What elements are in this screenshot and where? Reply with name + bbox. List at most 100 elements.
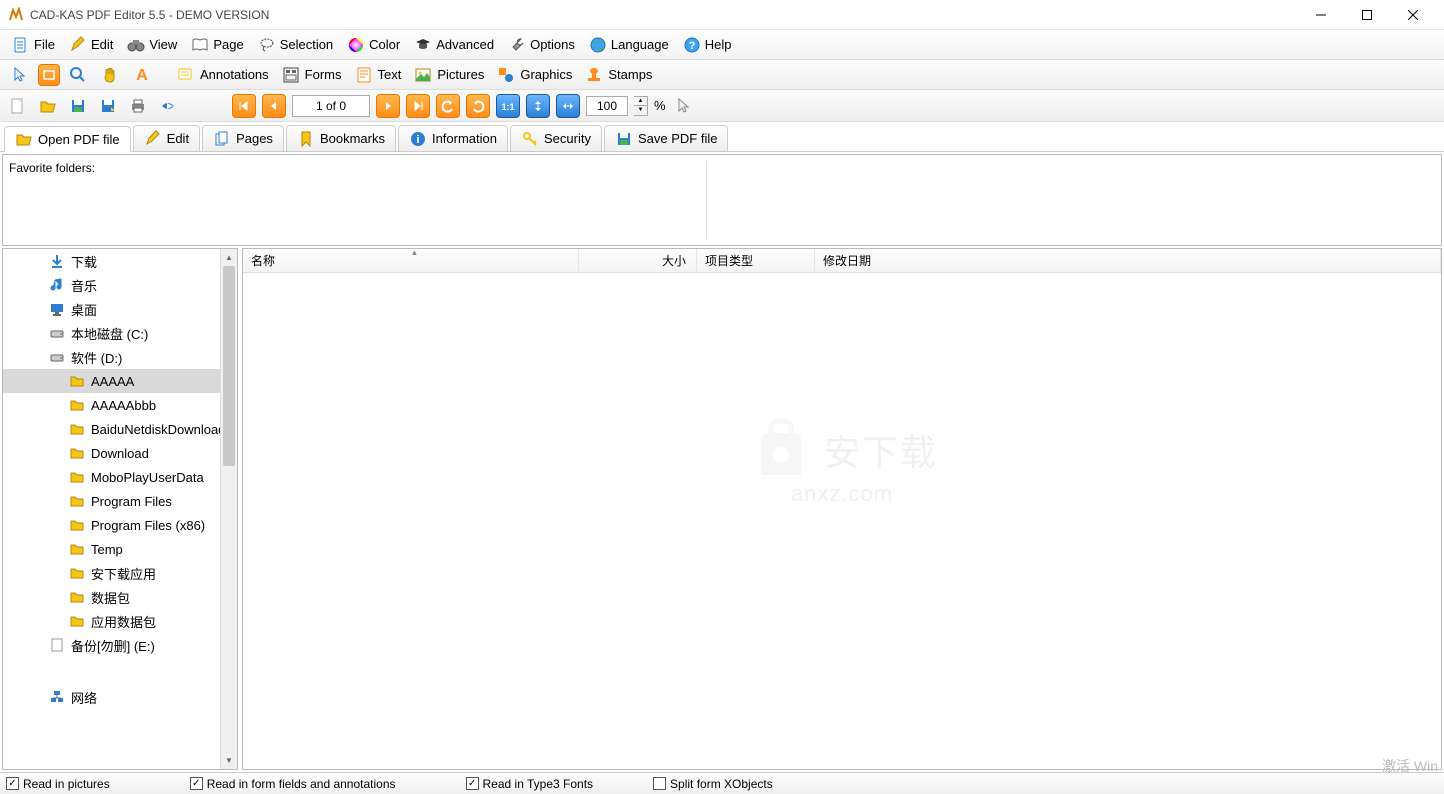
fit-height-button[interactable] xyxy=(526,94,550,118)
tab-bookmarks[interactable]: Bookmarks xyxy=(286,125,396,151)
pointer-tool[interactable] xyxy=(6,63,34,87)
watermark: 安下载 anxz.com xyxy=(746,415,938,507)
tree-item[interactable]: Temp xyxy=(3,537,237,561)
undo-button[interactable] xyxy=(436,94,460,118)
text-tool[interactable]: A xyxy=(128,63,156,87)
menu-color[interactable]: Color xyxy=(341,33,406,57)
folder-icon xyxy=(69,589,85,605)
column-size[interactable]: 大小 xyxy=(579,249,697,272)
actual-size-button[interactable]: 1:1 xyxy=(496,94,520,118)
tree-item[interactable]: AAAAA xyxy=(3,369,237,393)
column-type[interactable]: 项目类型 xyxy=(697,249,815,272)
menu-page[interactable]: Page xyxy=(185,33,249,57)
spinner-up-icon[interactable]: ▲ xyxy=(634,97,647,107)
zoom-tool[interactable] xyxy=(64,63,92,87)
tab-pages[interactable]: Pages xyxy=(202,125,284,151)
zoom-spinner[interactable]: ▲▼ xyxy=(634,96,648,116)
checkbox-icon[interactable] xyxy=(6,777,19,790)
tree-item[interactable]: 软件 (D:) xyxy=(3,345,237,369)
forms-tool[interactable]: Forms xyxy=(277,63,346,87)
minimize-button[interactable] xyxy=(1298,0,1344,30)
column-date[interactable]: 修改日期 xyxy=(815,249,1441,272)
spinner-down-icon[interactable]: ▼ xyxy=(634,106,647,115)
column-name[interactable]: ▲名称 xyxy=(243,249,579,272)
fit-width-button[interactable] xyxy=(556,94,580,118)
tree-item[interactable]: 本地磁盘 (C:) xyxy=(3,321,237,345)
status-read-forms[interactable]: Read in form fields and annotations xyxy=(190,777,396,791)
redo-button[interactable] xyxy=(466,94,490,118)
file-browser: 下载音乐桌面本地磁盘 (C:)软件 (D:)AAAAAAAAAAbbbBaidu… xyxy=(2,248,1442,770)
menu-advanced[interactable]: Advanced xyxy=(408,33,500,57)
tree-item[interactable]: Program Files xyxy=(3,489,237,513)
color-wheel-icon xyxy=(347,36,365,54)
favorites-label: Favorite folders: xyxy=(9,161,95,175)
zoom-input[interactable] xyxy=(586,96,628,116)
last-page-button[interactable] xyxy=(406,94,430,118)
status-split-xobjects[interactable]: Split form XObjects xyxy=(653,777,773,791)
tab-edit[interactable]: Edit xyxy=(133,125,200,151)
tree-item[interactable]: 桌面 xyxy=(3,297,237,321)
menu-help[interactable]: ?Help xyxy=(677,33,738,57)
tree-network[interactable]: 网络 xyxy=(3,685,237,709)
save-button[interactable] xyxy=(66,94,90,118)
scroll-up-icon[interactable]: ▲ xyxy=(221,249,237,266)
tree-item[interactable]: BaiduNetdiskDownload xyxy=(3,417,237,441)
menu-options[interactable]: Options xyxy=(502,33,581,57)
save-as-button[interactable] xyxy=(96,94,120,118)
checkbox-icon[interactable] xyxy=(653,777,666,790)
next-page-button[interactable] xyxy=(376,94,400,118)
tab-save-pdf[interactable]: Save PDF file xyxy=(604,125,728,151)
help-icon: ? xyxy=(683,36,701,54)
tree-item[interactable]: 数据包 xyxy=(3,585,237,609)
graphics-tool[interactable]: Graphics xyxy=(492,63,576,87)
prev-page-button[interactable] xyxy=(262,94,286,118)
text-section-tool[interactable]: Text xyxy=(350,63,406,87)
tree-item[interactable]: 下载 xyxy=(3,249,237,273)
key-icon xyxy=(521,130,539,148)
menu-file[interactable]: File xyxy=(6,33,61,57)
scroll-thumb[interactable] xyxy=(223,266,235,466)
nav-toolbar: 1:1 ▲▼ % xyxy=(0,90,1444,122)
desktop-icon xyxy=(49,301,65,317)
checkbox-icon[interactable] xyxy=(466,777,479,790)
menu-language[interactable]: Language xyxy=(583,33,675,57)
checkbox-icon[interactable] xyxy=(190,777,203,790)
scroll-down-icon[interactable]: ▼ xyxy=(221,752,237,769)
menu-edit[interactable]: Edit xyxy=(63,33,119,57)
menu-view[interactable]: View xyxy=(121,33,183,57)
tree-scrollbar[interactable]: ▲ ▼ xyxy=(220,249,237,769)
new-file-button[interactable] xyxy=(6,94,30,118)
pictures-tool[interactable]: Pictures xyxy=(409,63,488,87)
print-button[interactable] xyxy=(126,94,150,118)
close-button[interactable] xyxy=(1390,0,1436,30)
lasso-icon xyxy=(258,36,276,54)
menu-selection[interactable]: Selection xyxy=(252,33,339,57)
hand-tool[interactable] xyxy=(96,63,124,87)
tree-item[interactable]: 备份[勿删] (E:) xyxy=(3,633,237,657)
binoculars-icon xyxy=(127,36,145,54)
stamps-tool[interactable]: Stamps xyxy=(580,63,656,87)
page-number-input[interactable] xyxy=(292,95,370,117)
maximize-button[interactable] xyxy=(1344,0,1390,30)
tab-information[interactable]: iInformation xyxy=(398,125,508,151)
tree-item[interactable]: 音乐 xyxy=(3,273,237,297)
tab-security[interactable]: Security xyxy=(510,125,602,151)
tree-item[interactable]: AAAAAbbb xyxy=(3,393,237,417)
status-read-pictures[interactable]: Read in pictures xyxy=(6,777,110,791)
open-file-button[interactable] xyxy=(36,94,60,118)
tree-item[interactable]: Program Files (x86) xyxy=(3,513,237,537)
tree-item[interactable]: 安下载应用 xyxy=(3,561,237,585)
tree-item[interactable]: MoboPlayUserData xyxy=(3,465,237,489)
rectangle-tool[interactable] xyxy=(38,64,60,86)
tab-open-pdf[interactable]: Open PDF file xyxy=(4,126,131,152)
cursor-button[interactable] xyxy=(672,94,696,118)
status-read-type3[interactable]: Read in Type3 Fonts xyxy=(466,777,594,791)
folder-tree[interactable]: 下载音乐桌面本地磁盘 (C:)软件 (D:)AAAAAAAAAAbbbBaidu… xyxy=(2,248,238,770)
tools-toolbar: A Annotations Forms Text Pictures Graphi… xyxy=(0,60,1444,90)
tree-item[interactable]: 应用数据包 xyxy=(3,609,237,633)
tree-item[interactable]: Download xyxy=(3,441,237,465)
first-page-button[interactable] xyxy=(232,94,256,118)
svg-text:?: ? xyxy=(688,40,695,52)
annotations-tool[interactable]: Annotations xyxy=(172,63,273,87)
export-button[interactable] xyxy=(156,94,180,118)
